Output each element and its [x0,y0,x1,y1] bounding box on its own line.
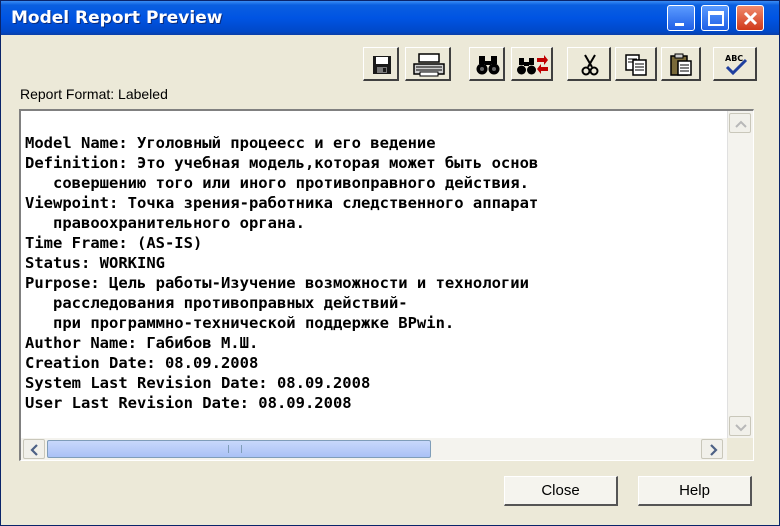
horizontal-scroll-thumb[interactable] [47,440,431,458]
file-toolbar [363,47,455,83]
cut-button[interactable] [567,47,611,81]
help-button[interactable]: Help [638,476,752,506]
report-line: Time Frame: (AS-IS) [25,234,203,252]
scroll-down-button[interactable] [729,416,751,436]
chevron-down-icon [735,424,747,432]
tools-toolbar: ABC [713,47,759,83]
report-line: Viewpoint: Точка зрения-работника следст… [25,194,539,212]
report-line: Definition: Это учебная модель,которая м… [25,154,539,172]
close-button[interactable]: Close [504,476,618,506]
find-next-button[interactable] [511,47,553,81]
maximize-icon [708,11,724,26]
report-line: Purpose: Цель работы-Изучение возможност… [25,274,529,292]
report-preview-window: Model Report Preview ABC Report Format: … [0,0,780,526]
report-line: User Last Revision Date: 08.09.2008 [25,394,352,412]
copy-button[interactable] [615,47,657,81]
report-line: Creation Date: 08.09.2008 [25,354,259,372]
find-icon [476,56,500,75]
find-next-icon [517,55,548,75]
report-line: Status: WORKING [25,254,165,272]
window-title: Model Report Preview [11,8,223,28]
report-format-label: Report Format: Labeled [20,86,168,102]
report-line: Model Name: Уголовный процеесс и его вед… [25,134,436,152]
title-bar[interactable]: Model Report Preview [1,1,779,35]
report-line: Author Name: Габибов М.Ш. [25,334,259,352]
close-window-button[interactable] [736,5,764,31]
scroll-left-button[interactable] [23,439,45,459]
paste-button[interactable] [661,47,701,81]
print-button[interactable] [405,47,451,81]
report-text-area[interactable]: Model Name: Уголовный процеесс и его вед… [19,109,754,461]
chevron-left-icon [30,444,38,456]
scroll-up-button[interactable] [729,113,751,133]
save-button[interactable] [363,47,399,81]
paste-icon [670,53,692,76]
copy-icon [625,54,647,76]
spell-check-button[interactable]: ABC [713,47,757,81]
search-toolbar [469,47,555,83]
cut-icon [581,54,599,76]
find-button[interactable] [469,47,505,81]
horizontal-scrollbar[interactable] [21,438,727,460]
edit-toolbar [567,47,701,83]
report-content[interactable]: Model Name: Уголовный процеесс и его вед… [25,133,725,433]
scroll-right-button[interactable] [701,439,723,459]
spell-check-label: ABC [725,54,743,63]
close-icon [743,11,758,26]
save-icon [373,56,391,74]
spell-check-icon: ABC [725,54,748,76]
report-line: правоохранительного органа. [25,214,305,232]
report-line: совершению того или иного противоправног… [25,174,529,192]
print-icon [413,53,445,77]
report-line: System Last Revision Date: 08.09.2008 [25,374,371,392]
report-line: расследования противоправных действий- [25,294,408,312]
minimize-button[interactable] [667,5,695,31]
chevron-right-icon [710,444,718,456]
minimize-icon [675,23,684,26]
maximize-button[interactable] [701,5,729,31]
chevron-up-icon [735,120,747,128]
report-line: при программно-технической поддержке BPw… [25,314,455,332]
vertical-scrollbar[interactable] [727,111,753,438]
